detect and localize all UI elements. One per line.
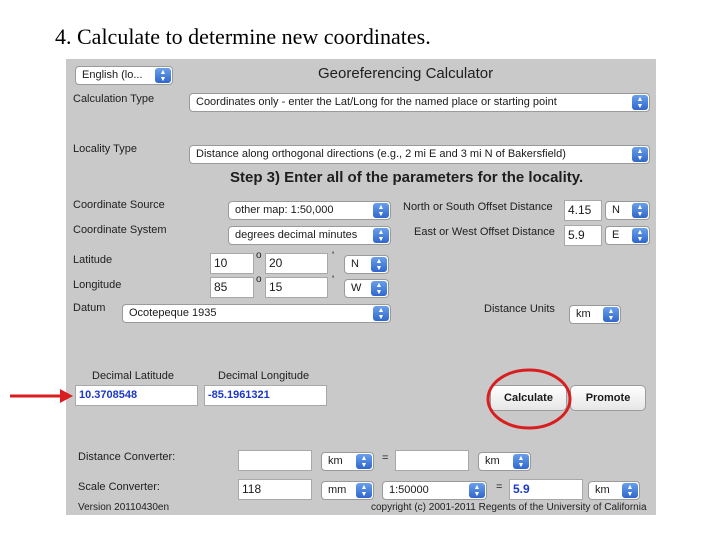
pointer-arrow (10, 389, 73, 403)
annotation-layer (10, 368, 572, 430)
highlight-circle (486, 368, 572, 430)
